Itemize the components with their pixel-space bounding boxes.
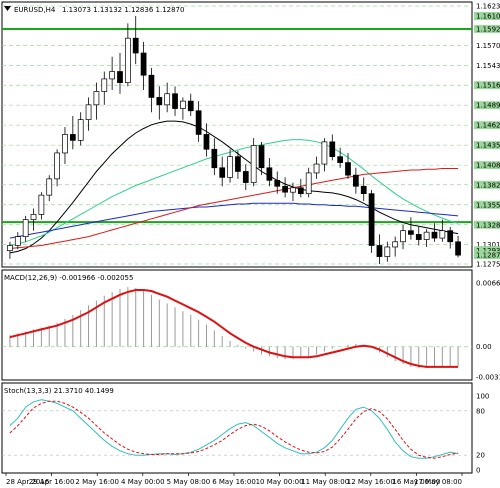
candle-body [455, 241, 461, 256]
price-tag-label: 1.13550 [476, 201, 500, 209]
candle-body [439, 230, 446, 239]
chart-background [0, 0, 500, 488]
price-tag-label: 1.13820 [476, 181, 500, 189]
candle-body [30, 214, 37, 220]
price-tag-label: 1.14895 [476, 102, 500, 110]
macd-tick-label: 0.00 [476, 343, 492, 351]
price-tag-label: 1.15925 [476, 25, 500, 33]
candle-body [282, 185, 288, 193]
time-tick-label: 10 May 00:00 [256, 478, 304, 486]
price-tick-label: 1.16235 [476, 3, 500, 11]
candle-body [274, 179, 281, 187]
candle-body [62, 134, 68, 154]
stoch-tick-label: 0 [476, 467, 480, 475]
time-tick-label: 29 Apr 16:00 [29, 478, 75, 486]
candle-body [180, 100, 186, 109]
candle-body [124, 37, 131, 83]
symbol-label: EURUSD,H4 [14, 6, 56, 14]
candle-body [14, 236, 21, 246]
candle-body [54, 152, 60, 180]
price-tag-label: 1.12870 [476, 252, 500, 260]
candle-body [321, 141, 328, 165]
candle-body [85, 104, 92, 120]
candle-body [156, 97, 163, 106]
stoch-tick-label: 80 [476, 407, 485, 415]
candle-body [415, 234, 422, 240]
candle-body [431, 231, 438, 239]
candle-body [195, 110, 202, 135]
time-tick-label: 12 May 16:00 [347, 478, 395, 486]
candle-body [172, 93, 178, 109]
stoch-tick-label: 100 [476, 393, 489, 401]
candle-body [117, 71, 123, 83]
candle-body [392, 241, 399, 248]
price-tag-label: 1.14625 [476, 122, 500, 130]
candle-body [384, 246, 391, 257]
price-tick-label: 1.12750 [476, 261, 500, 269]
macd-tick-label: 0.006626 [476, 280, 500, 288]
price-tag-label: 1.14355 [476, 142, 500, 150]
time-tick-label: 11 May 08:00 [301, 478, 349, 486]
candle-body [140, 52, 147, 76]
candle-body [7, 245, 13, 252]
price-tick-label: 1.15700 [476, 42, 500, 50]
candle-body [22, 219, 29, 237]
candle-body [337, 156, 344, 163]
candle-body [242, 171, 249, 183]
candle-body [313, 163, 320, 174]
candle-body [345, 162, 351, 176]
candle-body [258, 145, 265, 169]
price-tag-label: 1.14085 [476, 162, 500, 170]
candle-body [408, 230, 414, 235]
candle-body [93, 91, 100, 106]
candle-body [38, 194, 45, 215]
candle-body [368, 193, 375, 246]
candle-body [305, 172, 312, 195]
ohlc-label: 1.13073 1.13132 1.12836 1.12870 [62, 6, 184, 14]
candle-body [423, 231, 430, 240]
candle-body [132, 37, 139, 54]
candle-body [164, 93, 171, 106]
candle-body [447, 230, 454, 243]
candle-body [219, 167, 226, 178]
candle-body [69, 134, 76, 141]
candle-body [77, 119, 84, 141]
candle-body [400, 230, 406, 243]
candle-body [211, 148, 218, 169]
stoch-title: Stoch(13,3,3) 21.3710 40.1499 [4, 387, 114, 395]
time-tick-label: 6 May 16:00 [212, 478, 256, 486]
candle-body [360, 185, 367, 195]
macd-title: MACD(12,26,9) -0.001966 -0.002055 [4, 274, 133, 282]
price-tag-label: 1.16100 [476, 12, 500, 20]
time-tick-label: 17 May 08:00 [414, 478, 462, 486]
candle-body [235, 156, 241, 172]
time-tick-label: 5 May 08:00 [167, 478, 211, 486]
candle-body [203, 134, 210, 150]
candle-body [290, 187, 296, 193]
candle-body [266, 167, 273, 181]
trading-chart: 1.16235 1.15925 1.15700 1.15430 1.15165 1.148… [0, 0, 500, 488]
stoch-tick-label: 20 [476, 452, 485, 460]
candle-body [46, 178, 53, 196]
candle-body [352, 174, 359, 187]
candle-body [329, 141, 336, 158]
candle-body [227, 156, 233, 178]
candle-body [109, 71, 116, 80]
price-tag-label: 1.13280 [476, 221, 500, 229]
price-tag-label: 1.15165 [476, 82, 500, 90]
candle-body [250, 145, 257, 183]
price-tick-label: 1.15430 [476, 62, 500, 70]
candle-body [297, 187, 304, 195]
candle-body [148, 74, 155, 98]
candle-body [101, 78, 108, 92]
macd-tick-label: -0.003147 [476, 373, 500, 381]
candle-body [376, 245, 383, 257]
time-tick-label: 2 May 16:00 [75, 478, 119, 486]
time-tick-label: 4 May 00:00 [121, 478, 165, 486]
candle-body [187, 100, 194, 112]
